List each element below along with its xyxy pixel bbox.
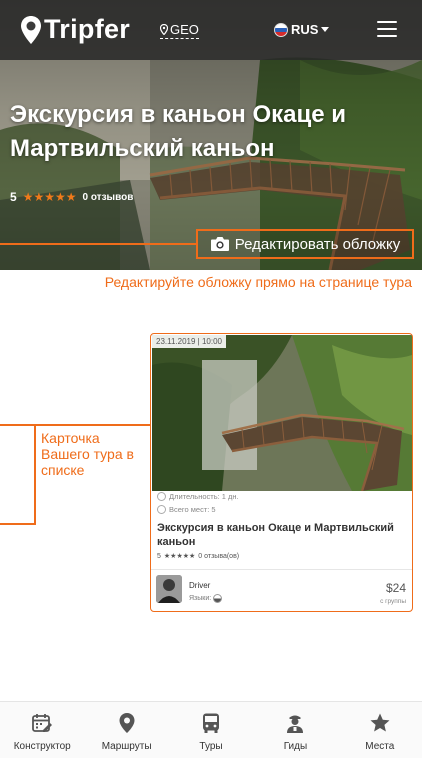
nav-label-tours: Туры [199,741,223,752]
language-flag-icon [213,594,223,603]
logo-text: Tripfer [44,14,131,44]
caret-down-icon [321,27,330,32]
top-navbar: Tripfer GEO RUS [0,0,422,60]
logo-pin-icon [21,15,41,44]
card-pointer-bracket [0,424,36,525]
seats-text: Всего мест: 5 [169,505,216,514]
edit-cover-caption: Редактируйте обложку прямо на странице т… [104,274,412,290]
hero-cover: Tripfer GEO RUS Экскурсия в каньон Окаце… [0,0,422,270]
bus-icon [203,713,220,733]
guide-avatar[interactable] [156,575,182,603]
guide-name[interactable]: Driver [189,581,210,590]
people-icon [157,505,166,514]
russia-flag-icon [274,22,288,37]
tour-card-title[interactable]: Экскурсия в каньон Окаце и Мартвильский … [157,521,407,549]
duration-text: Длительность: 1 дн. [169,492,239,501]
logo[interactable]: Tripfer [20,14,130,45]
rating-stars-icon: ★★★★★ [22,190,77,204]
card-pointer-line [34,424,151,426]
edit-cover-pointer-line [0,243,196,245]
rating-value: 5 [10,190,17,204]
tour-title: Экскурсия в каньон Окаце и Мартвильский … [10,101,346,162]
card-caption: Карточка Вашего тура в списке [41,430,134,478]
languages-label: Языки: [189,595,212,602]
geo-selector[interactable]: GEO [160,22,199,39]
edit-cover-button[interactable]: Редактировать обложку [196,229,414,259]
tour-price: $24 [385,581,406,595]
guide-icon [287,715,304,733]
nav-label-constructor: Конструктор [13,741,71,752]
star-icon [370,713,390,732]
tour-card[interactable]: 23.11.2019 | 10:00 Длительность: 1 дн. В… [150,333,413,612]
nav-guides[interactable]: Гиды [253,702,337,758]
map-pin-icon [119,713,135,733]
hero-rating: 5 ★★★★★ 0 отзывов [10,190,133,204]
tour-date: 23.11.2019 | 10:00 [152,335,226,348]
clock-icon [157,492,166,501]
calendar-edit-icon [32,714,53,732]
geo-label: GEO [170,22,199,37]
price-note: с группы [380,598,406,605]
language-label: RUS [291,22,319,37]
edit-cover-label: Редактировать обложку [234,235,401,253]
card-stars-icon: ★★★★★ [163,553,196,560]
guide-languages: Языки: [189,594,223,603]
nav-label-places: Места [365,741,395,752]
nav-label-routes: Маршруты [101,741,152,752]
card-rating-value: 5 [157,552,161,560]
nav-routes[interactable]: Маршруты [84,702,168,758]
divider [151,569,412,570]
tour-seats: Всего мест: 5 [157,505,216,514]
nav-constructor[interactable]: Конструктор [0,702,84,758]
tour-duration: Длительность: 1 дн. [157,492,239,501]
tour-card-rating: 5 ★★★★★ 0 отзыва(ов) [157,552,240,561]
reviews-count[interactable]: 0 отзывов [82,192,133,203]
nav-label-guides: Гиды [283,741,308,752]
camera-icon [210,237,229,251]
nav-places[interactable]: Места [338,702,422,758]
card-reviews-count: 0 отзыва(ов) [198,552,240,560]
language-selector[interactable]: RUS [274,22,330,37]
bottom-navigation: Конструктор Маршруты Туры Гиды Места [0,701,422,758]
tour-card-image: 23.11.2019 | 10:00 [152,335,412,491]
location-pin-icon [160,24,168,35]
hamburger-menu-icon[interactable] [377,21,397,37]
nav-tours[interactable]: Туры [169,702,253,758]
